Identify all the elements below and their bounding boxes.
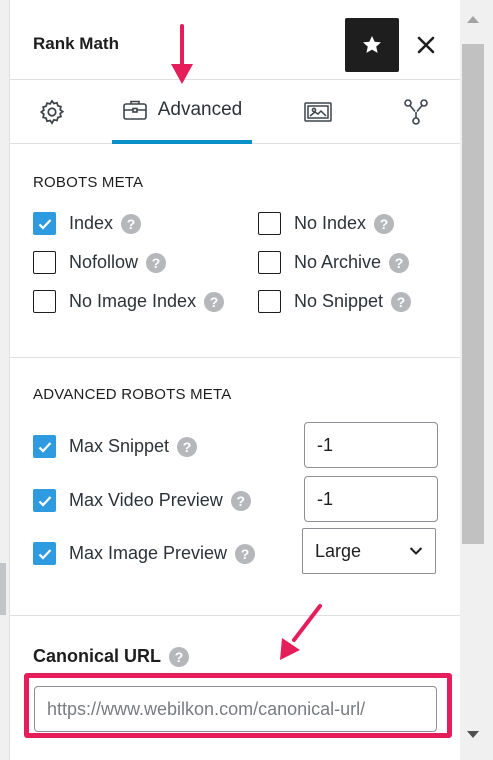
scrollbar[interactable]	[460, 0, 493, 760]
canonical-url-input[interactable]: https://www.webilkon.com/canonical-url/	[34, 686, 437, 732]
max-snippet-input[interactable]: -1	[304, 422, 438, 468]
help-icon[interactable]: ?	[169, 646, 190, 667]
advanced-robots-meta-section: ADVANCED ROBOTS META Max Snippet ? -1 Ma…	[10, 358, 460, 616]
checkbox-no-archive-label: No Archive	[294, 252, 382, 272]
checkbox-max-video-preview-box[interactable]	[33, 489, 56, 512]
panel-title: Rank Math	[33, 34, 119, 53]
tab-advanced-label: Advanced	[157, 99, 243, 120]
close-button[interactable]	[410, 26, 442, 64]
scroll-down-arrow-icon[interactable]	[467, 731, 479, 738]
star-button[interactable]	[345, 18, 399, 72]
checkbox-max-image-preview-box[interactable]	[33, 542, 56, 565]
left-edge-strip	[0, 0, 10, 760]
panel-header: Rank Math	[10, 0, 460, 80]
help-icon[interactable]: ?	[121, 213, 142, 234]
help-icon[interactable]: ?	[146, 252, 167, 273]
help-icon[interactable]: ?	[177, 436, 198, 457]
checkbox-no-index-box[interactable]	[258, 212, 281, 235]
check-icon	[38, 548, 51, 560]
checkbox-nofollow-box[interactable]	[33, 251, 56, 274]
rank-math-sidebar-panel: Rank Math Advanced ROBOTS META Index ? N…	[10, 0, 460, 760]
checkbox-max-snippet-box[interactable]	[33, 435, 56, 458]
robots-meta-section: ROBOTS META Index ? No Index ? Nofollow …	[10, 144, 460, 358]
checkbox-nofollow[interactable]: Nofollow ?	[33, 251, 167, 274]
tab-schema[interactable]	[384, 80, 448, 144]
help-icon[interactable]: ?	[204, 291, 225, 312]
help-icon[interactable]: ?	[230, 490, 251, 511]
help-icon[interactable]: ?	[235, 543, 256, 564]
checkbox-no-snippet[interactable]: No Snippet ?	[258, 290, 412, 313]
check-icon	[38, 441, 51, 453]
checkbox-no-index[interactable]: No Index ?	[258, 212, 395, 235]
chevron-down-icon	[409, 547, 423, 555]
help-icon[interactable]: ?	[374, 213, 395, 234]
checkbox-max-video-preview-label: Max Video Preview	[69, 490, 223, 510]
canonical-url-label: Canonical URL ?	[33, 646, 190, 667]
checkbox-no-archive-box[interactable]	[258, 251, 281, 274]
check-icon	[38, 218, 51, 230]
star-icon	[363, 36, 381, 53]
robots-meta-title: ROBOTS META	[33, 174, 144, 191]
schema-nodes-icon	[404, 99, 428, 125]
help-icon[interactable]: ?	[389, 252, 410, 273]
checkbox-no-image-index[interactable]: No Image Index ?	[33, 290, 225, 313]
checkbox-no-archive[interactable]: No Archive ?	[258, 251, 410, 274]
resize-handle[interactable]	[0, 563, 6, 615]
gear-icon	[39, 99, 65, 125]
checkbox-no-index-label: No Index	[294, 213, 367, 233]
checkbox-index-label: Index	[69, 213, 114, 233]
checkbox-max-video-preview[interactable]: Max Video Preview ?	[33, 489, 251, 512]
checkbox-no-snippet-box[interactable]	[258, 290, 281, 313]
checkbox-index-box[interactable]	[33, 212, 56, 235]
tab-general[interactable]	[20, 80, 84, 144]
max-image-preview-select[interactable]: Large	[302, 528, 436, 574]
checkbox-max-image-preview-label: Max Image Preview	[69, 543, 228, 563]
tab-bar: Advanced	[10, 80, 460, 144]
checkbox-index[interactable]: Index ?	[33, 212, 142, 235]
tab-advanced[interactable]: Advanced	[112, 80, 252, 144]
help-icon[interactable]: ?	[391, 291, 412, 312]
tab-social[interactable]	[286, 80, 350, 144]
scrollbar-thumb[interactable]	[462, 44, 484, 544]
close-icon	[417, 36, 435, 54]
social-card-icon	[304, 102, 332, 122]
checkbox-nofollow-label: Nofollow	[69, 252, 139, 272]
checkbox-no-snippet-label: No Snippet	[294, 291, 384, 311]
check-icon	[38, 495, 51, 507]
briefcase-icon	[122, 100, 147, 120]
checkbox-no-image-index-box[interactable]	[33, 290, 56, 313]
max-video-preview-input[interactable]: -1	[304, 476, 438, 522]
max-image-preview-value: Large	[315, 540, 362, 561]
checkbox-max-snippet[interactable]: Max Snippet ?	[33, 435, 198, 458]
scroll-up-arrow-icon[interactable]	[467, 16, 479, 23]
checkbox-no-image-index-label: No Image Index	[69, 291, 197, 311]
canonical-url-label-text: Canonical URL	[33, 646, 162, 666]
checkbox-max-image-preview[interactable]: Max Image Preview ?	[33, 542, 256, 565]
advanced-robots-meta-title: ADVANCED ROBOTS META	[33, 386, 232, 403]
checkbox-max-snippet-label: Max Snippet	[69, 436, 170, 456]
